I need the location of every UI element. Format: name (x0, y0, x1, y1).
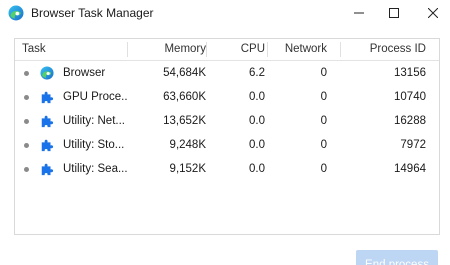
network-value: 0 (320, 139, 327, 151)
network-value: 0 (320, 67, 327, 79)
task-table: Task Memory CPU Network Process ID Brows… (14, 38, 440, 235)
task-name: Utility: Sea... (63, 163, 127, 175)
table-row[interactable]: Browser 54,684K 6.2 0 13156 (15, 62, 439, 85)
minimize-icon (354, 12, 364, 14)
process-id-value: 10740 (394, 91, 426, 103)
network-value: 0 (320, 115, 327, 127)
table-header: Task Memory CPU Network Process ID (15, 39, 439, 61)
row-bullet (24, 71, 29, 76)
table-row[interactable]: Utility: Net... 13,652K 0.0 0 16288 (15, 110, 439, 133)
close-button[interactable] (410, 0, 450, 26)
process-id-value: 7972 (400, 139, 426, 151)
memory-value: 13,652K (163, 115, 206, 127)
network-value: 0 (320, 91, 327, 103)
puzzle-icon (41, 91, 54, 104)
memory-value: 63,660K (163, 91, 206, 103)
column-header-task[interactable]: Task (22, 43, 46, 55)
end-process-button[interactable]: End process (356, 250, 438, 265)
cpu-value: 6.2 (249, 67, 265, 79)
task-name: Browser (63, 67, 106, 79)
network-value: 0 (320, 163, 327, 175)
memory-value: 9,248K (169, 139, 206, 151)
close-icon (428, 8, 438, 18)
window-title: Browser Task Manager (31, 6, 154, 20)
browser-icon (40, 66, 54, 80)
column-header-process-id[interactable]: Process ID (370, 43, 426, 55)
title-bar: Browser Task Manager (0, 0, 450, 26)
row-bullet (24, 119, 29, 124)
column-separator[interactable] (340, 42, 341, 57)
cpu-value: 0.0 (249, 91, 265, 103)
column-separator[interactable] (267, 42, 268, 57)
column-header-cpu[interactable]: CPU (241, 43, 265, 55)
column-separator[interactable] (206, 42, 207, 57)
column-header-memory[interactable]: Memory (164, 43, 206, 55)
cpu-value: 0.0 (249, 115, 265, 127)
table-row[interactable]: Utility: Sto... 9,248K 0.0 0 7972 (15, 134, 439, 157)
row-bullet (24, 167, 29, 172)
cpu-value: 0.0 (249, 139, 265, 151)
memory-value: 9,152K (169, 163, 206, 175)
maximize-icon (389, 8, 399, 18)
task-name: GPU Proce... (63, 91, 127, 103)
row-bullet (24, 143, 29, 148)
cpu-value: 0.0 (249, 163, 265, 175)
process-id-value: 13156 (394, 67, 426, 79)
puzzle-icon (41, 163, 54, 176)
row-bullet (24, 95, 29, 100)
task-name: Utility: Net... (63, 115, 125, 127)
column-separator[interactable] (127, 42, 128, 57)
process-id-value: 16288 (394, 115, 426, 127)
table-row[interactable]: Utility: Sea... 9,152K 0.0 0 14964 (15, 158, 439, 181)
process-id-value: 14964 (394, 163, 426, 175)
table-row[interactable]: GPU Proce... 63,660K 0.0 0 10740 (15, 86, 439, 109)
puzzle-icon (41, 115, 54, 128)
task-name: Utility: Sto... (63, 139, 125, 151)
puzzle-icon (41, 139, 54, 152)
column-header-network[interactable]: Network (285, 43, 327, 55)
memory-value: 54,684K (163, 67, 206, 79)
edge-browser-icon (8, 5, 24, 21)
